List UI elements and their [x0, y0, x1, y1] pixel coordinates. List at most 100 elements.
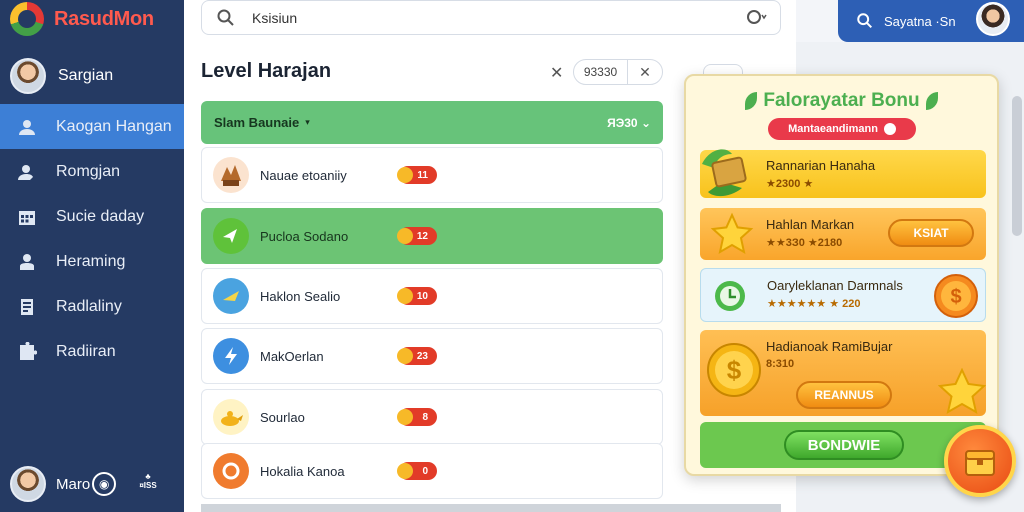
- group-header-label: Slam Baunaie: [214, 115, 300, 130]
- search-icon[interactable]: [856, 12, 874, 30]
- list-item[interactable]: Haklon Sealio 10: [201, 268, 663, 324]
- list-item[interactable]: Hokalia Kanoa 0: [201, 443, 663, 499]
- sidebar-item-radiiran[interactable]: Radiiran: [0, 329, 184, 374]
- svg-text:$: $: [727, 355, 742, 385]
- wing-badge-icon: [213, 278, 249, 314]
- list-item-name: Pucloa Sodano: [260, 228, 349, 244]
- calendar-icon: [16, 206, 38, 228]
- list-item[interactable]: Nauae etoaniiy 11: [201, 147, 663, 203]
- bonus-button[interactable]: BONDWIE: [784, 430, 904, 460]
- logo-icon: [10, 2, 44, 36]
- leaf-icon: [745, 91, 758, 110]
- filter-chip[interactable]: 93330 ✕: [573, 59, 663, 85]
- chip-close-icon[interactable]: ✕: [628, 64, 662, 81]
- globe-icon[interactable]: ◉: [92, 472, 117, 496]
- arrow-badge-icon: [213, 218, 249, 254]
- reward-card[interactable]: Oaryleklanan Darmnals ★★★★★★ ★ 220 $: [700, 268, 986, 322]
- popup-title: Falorayatar Bonu: [763, 90, 920, 111]
- reward-card[interactable]: Hahlan Markan ★★3З0 ★2180 KSIAT: [700, 208, 986, 260]
- card-meta: ★★★★★★ ★ 220: [767, 298, 861, 310]
- bolt-badge-icon: [213, 338, 249, 374]
- reward-card[interactable]: Rannarian Hanaha ★2300 ★: [700, 149, 986, 198]
- count-badge: 0: [397, 462, 437, 480]
- mushroom-house-icon: [213, 157, 249, 193]
- puzzle-icon: [16, 341, 38, 363]
- card-title: Hahlan Markan: [766, 217, 855, 232]
- card-title: Hadianoak RamiBujar: [766, 339, 893, 354]
- bottom-user-name: Maro: [56, 475, 91, 493]
- list-item[interactable]: MakOerlan 23: [201, 328, 663, 384]
- horizontal-scrollbar[interactable]: [201, 504, 781, 512]
- user-icon: [16, 161, 38, 183]
- card-meta: 8:310: [766, 358, 795, 370]
- reward-card[interactable]: $ Hadianoak RamiBujar 8:310 REANNUS: [700, 330, 986, 416]
- group-header-value: ЯЭ30: [607, 115, 638, 130]
- chip-value: 93330: [574, 60, 628, 84]
- leafy-box-icon: [702, 149, 747, 197]
- close-icon[interactable]: ✕: [550, 63, 563, 83]
- group-header-right: ЯЭ30 ⌄: [607, 116, 651, 130]
- group-header[interactable]: Slam Baunaie ▾ ЯЭ30 ⌄: [201, 101, 663, 144]
- reward-chest-button[interactable]: [944, 425, 1016, 497]
- search-icon: [217, 9, 234, 26]
- settings-shortcut-label: ¤ISS: [139, 481, 157, 490]
- claim-button[interactable]: KSIAT: [888, 219, 974, 247]
- app-name: RasudMon: [54, 7, 154, 30]
- avatar: [10, 466, 46, 502]
- claim-button-label: KSIAT: [913, 226, 949, 240]
- list-item-name: Haklon Sealio: [260, 288, 341, 304]
- sidebar: RasudMon Sargian Kaogan Hangan Romgjan S…: [0, 0, 184, 512]
- page-title: Level Harajan: [201, 60, 332, 82]
- rewards-button[interactable]: REANNUS: [796, 381, 892, 409]
- bonus-button-label: BONDWIE: [807, 436, 881, 454]
- count-badge: 11: [397, 166, 437, 184]
- card-meta: ★2300 ★: [766, 178, 814, 190]
- settings-shortcut[interactable]: ♣ ¤ISS: [136, 472, 160, 490]
- app-logo[interactable]: RasudMon: [10, 2, 154, 36]
- sidebar-item-label: Kaogan Hangan: [56, 117, 172, 135]
- avatar: [10, 58, 46, 94]
- ring-badge-icon: [213, 453, 249, 489]
- sidebar-item-label: Romgjan: [56, 162, 121, 180]
- count-badge: 8: [397, 408, 437, 426]
- coin-icon[interactable]: $: [933, 273, 979, 319]
- list-item[interactable]: Pucloa Sodano 12: [201, 208, 663, 264]
- count-badge: 10: [397, 287, 437, 305]
- sidebar-item-kaogan-hangan[interactable]: Kaogan Hangan: [0, 104, 184, 149]
- card-title: Oaryleklanan Darmnals: [767, 278, 903, 293]
- reward-popup: Falorayatar Bonu Mantaeandimann Rannaria…: [684, 74, 999, 476]
- green-clock-icon: [715, 281, 745, 311]
- sidebar-nav: Kaogan Hangan Romgjan Sucie daday Herami…: [0, 104, 184, 374]
- user-profile[interactable]: Sargian: [10, 58, 113, 94]
- card-meta: ★★3З0 ★2180: [766, 237, 843, 249]
- list-item-name: MakOerlan: [260, 348, 324, 364]
- sidebar-item-label: Sucie daday: [56, 207, 145, 225]
- list-item-name: Hokalia Kanoa: [260, 463, 345, 479]
- sidebar-item-heraming[interactable]: Heraming: [0, 239, 184, 284]
- chevron-down-icon: ⌄: [640, 115, 651, 130]
- sidebar-item-romgjan[interactable]: Romgjan: [0, 149, 184, 194]
- list-item[interactable]: Sourlao 8: [201, 389, 663, 445]
- chevron-down-icon: ▾: [305, 117, 310, 127]
- star-icon: [710, 212, 754, 255]
- list-item-name: Nauae etoaniiy: [260, 167, 347, 183]
- bottom-user[interactable]: Maro ◉: [10, 466, 117, 502]
- sidebar-item-sucie-daday[interactable]: Sucie daday: [0, 194, 184, 239]
- vertical-scrollbar[interactable]: [1012, 96, 1022, 236]
- star-icon: [938, 368, 986, 414]
- user-card-icon: [16, 116, 38, 138]
- leaf-icon: [925, 91, 938, 110]
- popup-title-row: Falorayatar Bonu: [686, 90, 997, 112]
- genie-lamp-icon: [213, 399, 249, 435]
- search-bar[interactable]: Ksisiun: [201, 0, 781, 35]
- search-input[interactable]: Ksisiun: [252, 10, 297, 26]
- gold-coin-icon: $: [707, 343, 761, 397]
- sidebar-item-label: Radiiran: [56, 342, 116, 360]
- sidebar-item-radlaliny[interactable]: Radlaliny: [0, 284, 184, 329]
- top-user-bar[interactable]: Sayatna ·Sn: [838, 0, 1024, 42]
- avatar[interactable]: [976, 2, 1010, 36]
- document-icon: [16, 296, 38, 318]
- popup-subtitle-badge[interactable]: Mantaeandimann: [768, 118, 916, 140]
- top-user-name: Sayatna ·Sn: [884, 13, 956, 29]
- search-options-icon[interactable]: [746, 8, 768, 28]
